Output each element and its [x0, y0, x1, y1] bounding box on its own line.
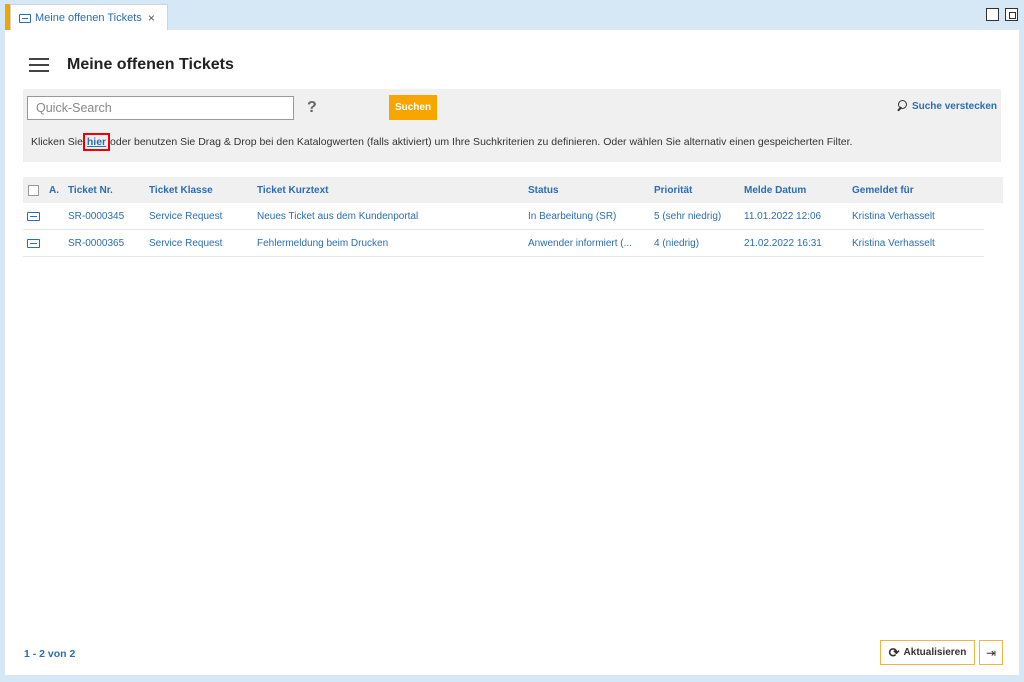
exit-icon: ⇥ — [985, 645, 997, 660]
cell-ticket-nr[interactable]: SR-0000365 — [68, 238, 149, 249]
exit-button[interactable]: ⇥ — [979, 640, 1003, 665]
hide-search-link[interactable]: Suche verstecken — [896, 100, 997, 112]
cell-prioritaet: 5 (sehr niedrig) — [654, 210, 722, 222]
table-row[interactable]: SR-0000365 Service Request Fehlermeldung… — [23, 230, 984, 257]
col-ticket-kurztext[interactable]: Ticket Kurztext — [257, 185, 528, 196]
cell-gemeldet-fuer: Kristina Verhasselt — [852, 210, 935, 222]
ticket-icon — [27, 238, 40, 248]
cell-klasse: Service Request — [149, 237, 223, 249]
maximize-icon[interactable] — [986, 8, 999, 21]
hier-link[interactable]: hier — [82, 133, 111, 151]
search-button[interactable]: Suchen — [389, 95, 437, 120]
tickets-table: A. Ticket Nr. Ticket Klasse Ticket Kurzt… — [23, 177, 1003, 257]
ticket-icon — [27, 211, 40, 221]
hint-text-after: oder benutzen Sie Drag & Drop bei den Ka… — [107, 136, 853, 148]
col-melde-datum[interactable]: Melde Datum — [744, 185, 852, 196]
col-prioritaet[interactable]: Priorität — [654, 185, 744, 196]
table-row[interactable]: SR-0000345 Service Request Neues Ticket … — [23, 203, 984, 230]
pagination-info: 1 - 2 von 2 — [24, 648, 76, 660]
col-ticket-klasse[interactable]: Ticket Klasse — [149, 185, 257, 196]
close-icon[interactable]: × — [148, 11, 155, 25]
search-person-icon — [896, 100, 908, 112]
tab-meine-offenen-tickets[interactable]: Meine offenen Tickets × — [10, 4, 168, 31]
cell-ticket-nr[interactable]: SR-0000345 — [68, 211, 149, 222]
quick-search-input[interactable] — [27, 96, 294, 120]
col-a[interactable]: A. — [49, 185, 68, 196]
main-panel: Meine offenen Tickets ? Suchen Suche ver… — [5, 30, 1019, 675]
cell-gemeldet-fuer: Kristina Verhasselt — [852, 237, 935, 249]
help-icon[interactable]: ? — [307, 99, 317, 117]
refresh-button[interactable]: ⟳ Aktualisieren — [880, 640, 975, 665]
cell-prioritaet: 4 (niedrig) — [654, 237, 700, 249]
select-all-checkbox[interactable] — [28, 184, 39, 196]
ticket-icon — [19, 13, 31, 23]
cell-status: Anwender informiert (... — [528, 237, 632, 249]
tab-label: Meine offenen Tickets — [35, 12, 142, 24]
cell-kurztext: Fehlermeldung beim Drucken — [257, 237, 389, 249]
search-area: ? Suchen Suche verstecken Klicken Sie hi… — [23, 89, 1001, 162]
cell-status: In Bearbeitung (SR) — [528, 210, 617, 222]
tab-bar: Meine offenen Tickets × — [0, 0, 1024, 31]
refresh-icon: ⟳ — [888, 644, 900, 660]
col-status[interactable]: Status — [528, 185, 654, 196]
col-gemeldet-fuer[interactable]: Gemeldet für — [852, 185, 982, 196]
hide-search-label: Suche verstecken — [911, 100, 997, 112]
table-header: A. Ticket Nr. Ticket Klasse Ticket Kurzt… — [23, 177, 1003, 203]
page-header: Meine offenen Tickets — [29, 56, 234, 74]
restore-icon[interactable] — [1005, 8, 1018, 21]
page-title: Meine offenen Tickets — [67, 56, 234, 73]
col-ticket-nr[interactable]: Ticket Nr. — [68, 185, 149, 196]
refresh-label: Aktualisieren — [903, 647, 967, 658]
cell-klasse: Service Request — [149, 210, 223, 222]
cell-datum: 21.02.2022 16:31 — [744, 237, 822, 249]
search-hint: Klicken Sie hier oder benutzen Sie Drag … — [31, 133, 853, 151]
cell-kurztext: Neues Ticket aus dem Kundenportal — [257, 210, 419, 222]
cell-datum: 11.01.2022 12:06 — [744, 210, 822, 222]
hint-text-before: Klicken Sie — [31, 136, 86, 148]
menu-icon[interactable] — [29, 58, 49, 72]
window-controls — [986, 8, 1018, 21]
